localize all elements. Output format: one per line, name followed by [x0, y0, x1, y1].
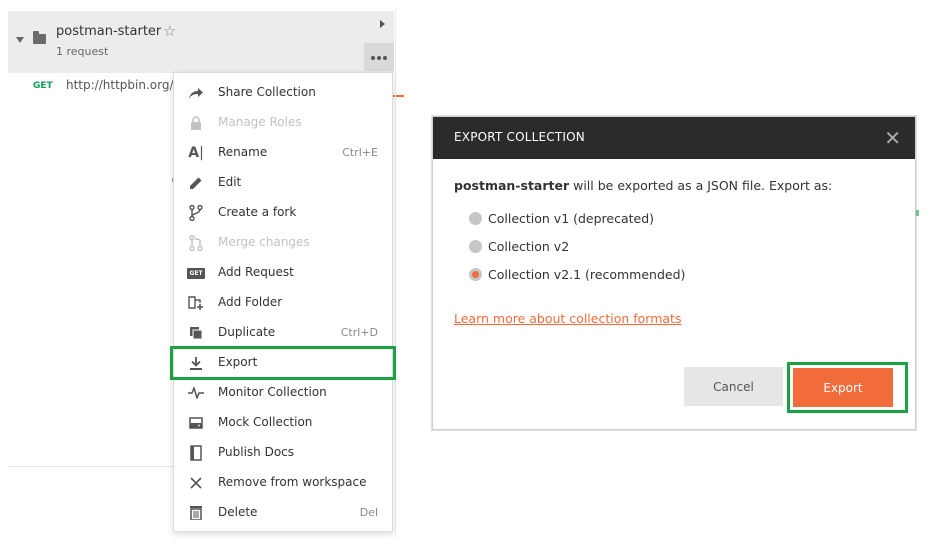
menu-item-label: Manage Roles	[218, 115, 302, 129]
pane-divider	[395, 8, 396, 538]
close-icon[interactable]: ✕	[884, 126, 901, 150]
menu-item-shortcut: Ctrl+E	[342, 146, 378, 159]
menu-item-merge-changes[interactable]: Merge changes	[174, 228, 392, 258]
menu-item-create-fork[interactable]: Create a fork	[174, 198, 392, 228]
menu-item-label: Mock Collection	[218, 415, 313, 429]
collapse-caret-icon[interactable]	[16, 37, 24, 43]
docs-icon	[188, 445, 204, 461]
menu-item-label: Rename	[218, 145, 268, 159]
share-icon	[188, 85, 204, 101]
radio-label: Collection v2.1 (recommended)	[488, 267, 686, 282]
menu-item-add-request[interactable]: GET Add Request	[174, 258, 392, 288]
export-button[interactable]: Export	[793, 368, 893, 407]
duplicate-icon	[188, 325, 204, 341]
collection-context-menu: Share Collection Manage Roles A | Rename …	[170, 72, 396, 532]
menu-item-delete[interactable]: Delete Del	[174, 498, 392, 528]
background-fragment	[916, 210, 919, 216]
menu-item-monitor-collection[interactable]: Monitor Collection	[174, 378, 392, 408]
radio-collection-v1[interactable]: Collection v1 (deprecated)	[469, 211, 654, 226]
pencil-icon	[188, 175, 204, 191]
menu-item-publish-docs[interactable]: Publish Docs	[174, 438, 392, 468]
menu-item-label: Add Folder	[218, 295, 283, 309]
menu-item-label: Edit	[218, 175, 242, 189]
radio-button[interactable]	[469, 268, 482, 281]
menu-item-export[interactable]: Export	[170, 346, 396, 380]
menu-item-mock-collection[interactable]: Mock Collection	[174, 408, 392, 438]
menu-item-label: Delete	[218, 505, 258, 519]
dialog-message-text: will be exported as a JSON file. Export …	[569, 178, 833, 193]
get-icon-text: GET	[187, 267, 205, 279]
dialog-message: postman-starter will be exported as a JS…	[454, 178, 832, 193]
radio-label: Collection v1 (deprecated)	[488, 211, 655, 226]
radio-button[interactable]	[469, 240, 482, 253]
get-icon: GET	[187, 265, 205, 281]
close-icon	[188, 475, 204, 491]
menu-item-remove-from-workspace[interactable]: Remove from workspace	[174, 468, 392, 498]
folder-icon	[33, 31, 46, 44]
menu-item-label: Publish Docs	[218, 445, 295, 459]
lock-icon	[188, 115, 204, 131]
menu-item-duplicate[interactable]: Duplicate Ctrl+D	[174, 318, 392, 348]
radio-collection-v2[interactable]: Collection v2	[469, 239, 569, 254]
dialog-collection-name: postman-starter	[454, 178, 570, 193]
server-icon	[188, 415, 204, 431]
menu-item-label: Share Collection	[218, 85, 316, 99]
add-folder-icon	[188, 295, 204, 311]
star-icon[interactable]: ☆	[163, 22, 176, 40]
expand-arrow-icon[interactable]	[372, 11, 394, 39]
pulse-icon	[188, 385, 204, 401]
collection-name[interactable]: postman-starter	[56, 24, 161, 39]
request-url: http://httpbin.org/b	[66, 78, 181, 92]
fork-icon	[188, 205, 204, 221]
dialog-title: EXPORT COLLECTION	[454, 130, 585, 144]
menu-item-label: Create a fork	[218, 205, 297, 219]
menu-item-label: Monitor Collection	[218, 385, 327, 399]
export-collection-dialog: EXPORT COLLECTION ✕ postman-starter will…	[432, 116, 916, 430]
sidebar-divider	[8, 466, 174, 467]
radio-collection-v2-1[interactable]: Collection v2.1 (recommended)	[469, 267, 685, 282]
menu-item-label: Remove from workspace	[218, 475, 367, 489]
menu-item-add-folder[interactable]: Add Folder	[174, 288, 392, 318]
menu-item-label: Merge changes	[218, 235, 310, 249]
request-method: GET	[33, 81, 53, 91]
menu-item-shortcut: Ctrl+D	[340, 326, 378, 339]
menu-item-label: Export	[218, 355, 258, 369]
merge-icon	[188, 235, 204, 251]
collection-request-count: 1 request	[56, 45, 109, 58]
learn-more-link[interactable]: Learn more about collection formats	[454, 311, 681, 326]
menu-item-manage-roles[interactable]: Manage Roles	[174, 108, 392, 138]
menu-item-label: Add Request	[218, 265, 294, 279]
menu-item-rename[interactable]: A | Rename Ctrl+E	[174, 138, 392, 168]
trash-icon	[188, 505, 204, 521]
menu-item-shortcut: Del	[359, 506, 378, 519]
radio-button[interactable]	[469, 212, 482, 225]
menu-item-edit[interactable]: Edit	[174, 168, 392, 198]
menu-item-label: Duplicate	[218, 325, 276, 339]
more-actions-button[interactable]	[364, 43, 394, 71]
radio-label: Collection v2	[488, 239, 570, 254]
download-icon	[188, 355, 204, 371]
dialog-header: EXPORT COLLECTION ✕	[433, 117, 915, 159]
rename-icon: A |	[188, 145, 204, 161]
collection-header[interactable]: postman-starter ☆ 1 request	[8, 11, 394, 73]
menu-item-share-collection[interactable]: Share Collection	[174, 78, 392, 108]
cancel-button[interactable]: Cancel	[684, 367, 783, 406]
